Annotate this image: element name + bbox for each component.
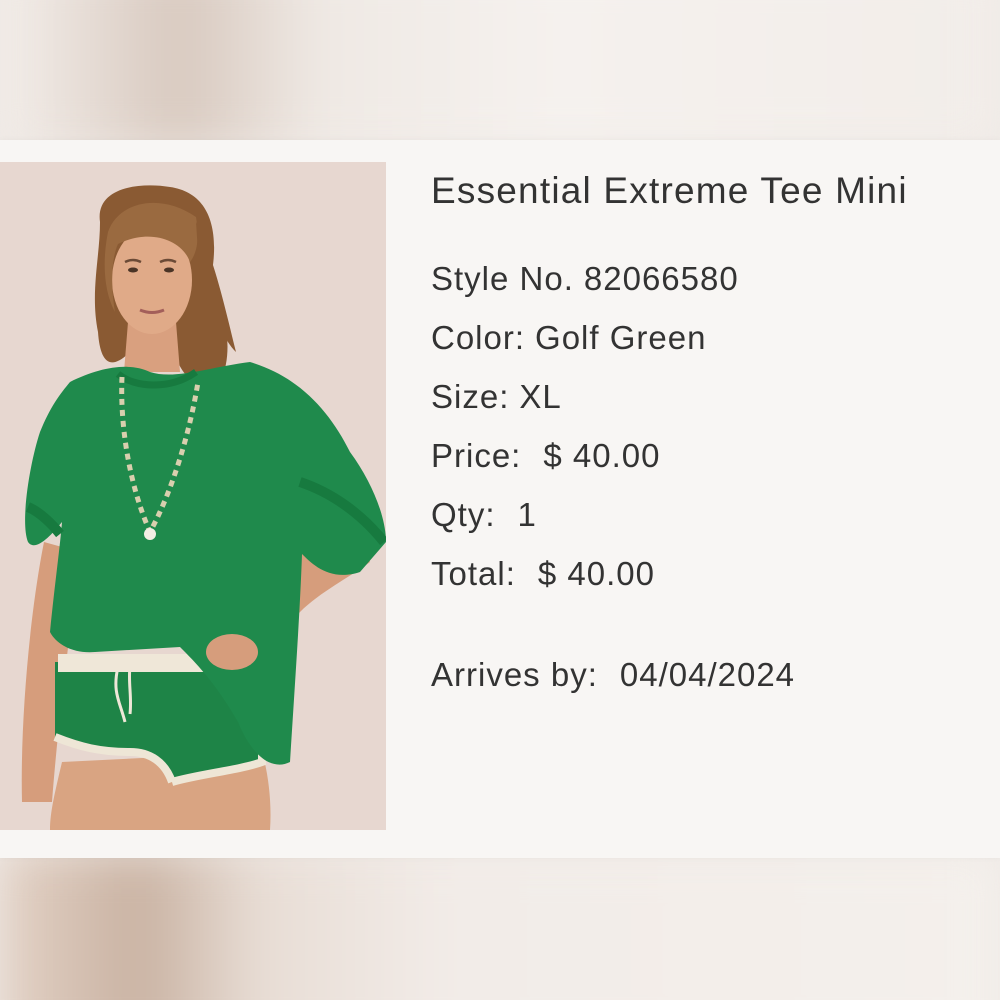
arrives-label: Arrives by:	[431, 656, 598, 693]
product-photo	[0, 162, 386, 830]
price-value: $ 40.00	[543, 437, 661, 474]
product-title: Essential Extreme Tee Mini	[431, 170, 908, 211]
style-value: 82066580	[583, 260, 739, 297]
qty-label: Qty:	[431, 496, 496, 533]
screenshot-stage: Essential Extreme Tee Mini Style No. 8206…	[0, 0, 1000, 1000]
blurred-background-bottom	[0, 850, 1000, 1000]
total-label: Total:	[431, 555, 516, 592]
color-label: Color:	[431, 319, 526, 356]
size-value: XL	[519, 378, 562, 415]
color-row: Color: Golf Green	[431, 308, 908, 367]
total-value: $ 40.00	[537, 555, 655, 592]
color-value: Golf Green	[535, 319, 707, 356]
style-row: Style No. 82066580	[431, 249, 908, 308]
qty-value: 1	[517, 496, 537, 533]
size-row: Size: XL	[431, 367, 908, 426]
product-card: Essential Extreme Tee Mini Style No. 8206…	[0, 140, 1000, 858]
price-label: Price:	[431, 437, 522, 474]
model-illustration	[0, 162, 386, 830]
style-label: Style No.	[431, 260, 574, 297]
arrives-row: Arrives by: 04/04/2024	[431, 645, 908, 704]
product-details: Essential Extreme Tee Mini Style No. 8206…	[431, 167, 908, 704]
size-label: Size:	[431, 378, 510, 415]
blurred-background-top	[0, 0, 1000, 150]
qty-row: Qty: 1	[431, 485, 908, 544]
arrives-value: 04/04/2024	[619, 656, 796, 693]
total-row: Total: $ 40.00	[431, 544, 908, 603]
price-row: Price: $ 40.00	[431, 426, 908, 485]
